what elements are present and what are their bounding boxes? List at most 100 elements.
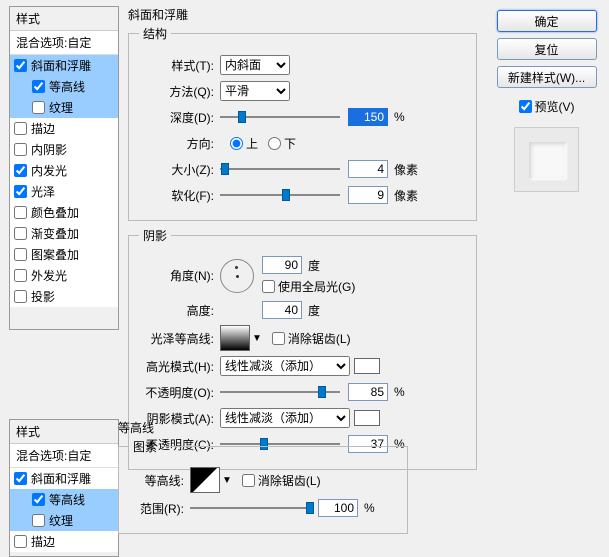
angle-dial[interactable] — [220, 259, 254, 293]
elements-group: 图素 等高线: ▼ 消除锯齿(L) 范围(R): % — [118, 438, 408, 534]
elements-legend: 图素 — [129, 438, 161, 455]
style-item[interactable]: 等高线 — [10, 489, 118, 510]
bevel-settings: 斜面和浮雕 结构 样式(T): 内斜面 方法(Q): 平滑 深度(D): % 方… — [128, 6, 477, 476]
gloss-contour-picker[interactable] — [220, 325, 250, 351]
style-item[interactable]: 颜色叠加 — [10, 202, 118, 223]
style-checkbox[interactable] — [32, 514, 45, 527]
preview-checkbox-input[interactable] — [519, 100, 532, 113]
chevron-down-icon[interactable]: ▼ — [222, 475, 232, 486]
style-checkbox[interactable] — [14, 290, 27, 303]
chevron-down-icon[interactable]: ▼ — [252, 333, 262, 344]
reset-button[interactable]: 复位 — [497, 38, 597, 60]
style-item[interactable]: 等高线 — [10, 76, 118, 97]
style-label: 图案叠加 — [31, 246, 79, 263]
style-item[interactable]: 图案叠加 — [10, 244, 118, 265]
style-checkbox[interactable] — [14, 206, 27, 219]
style-label: 光泽 — [31, 183, 55, 200]
angle-unit: 度 — [308, 257, 320, 274]
style-checkbox[interactable] — [14, 122, 27, 135]
range-slider[interactable] — [190, 499, 310, 517]
soften-input[interactable] — [348, 186, 388, 204]
ok-button[interactable]: 确定 — [497, 10, 597, 32]
style-checkbox[interactable] — [14, 185, 27, 198]
style-label: 纹理 — [49, 99, 73, 116]
style-checkbox[interactable] — [14, 164, 27, 177]
method-label: 方法(Q): — [139, 83, 214, 100]
style-checkbox[interactable] — [14, 472, 27, 485]
style-checkbox[interactable] — [14, 535, 27, 548]
soften-slider[interactable] — [220, 186, 340, 204]
style-select[interactable]: 内斜面 — [220, 55, 290, 75]
antialias-checkbox[interactable]: 消除锯齿(L) — [272, 330, 351, 347]
style-label: 斜面和浮雕 — [31, 470, 91, 487]
altitude-input[interactable] — [262, 301, 302, 319]
style-item[interactable]: 内发光 — [10, 160, 118, 181]
direction-down-label: 下 — [284, 135, 296, 152]
soften-unit: 像素 — [394, 187, 418, 204]
style-label: 等高线 — [49, 491, 85, 508]
highlight-opacity-input[interactable] — [348, 383, 388, 401]
style-label: 内阴影 — [31, 141, 67, 158]
depth-slider[interactable] — [220, 108, 340, 126]
style-checkbox[interactable] — [32, 101, 45, 114]
global-light-checkbox[interactable]: 使用全局光(G) — [262, 278, 355, 295]
global-light-input[interactable] — [262, 280, 275, 293]
style-item[interactable]: 纹理 — [10, 97, 118, 118]
style-label: 等高线 — [49, 78, 85, 95]
style-label: 颜色叠加 — [31, 204, 79, 221]
antialias-input[interactable] — [272, 332, 285, 345]
style-item[interactable]: 投影 — [10, 286, 118, 307]
style-checkbox[interactable] — [14, 227, 27, 240]
style-label: 外发光 — [31, 267, 67, 284]
gloss-contour-label: 光泽等高线: — [139, 330, 214, 347]
style-item[interactable]: 斜面和浮雕 — [10, 468, 118, 489]
style-item[interactable]: 光泽 — [10, 181, 118, 202]
style-item[interactable]: 斜面和浮雕 — [10, 55, 118, 76]
style-item[interactable]: 描边 — [10, 118, 118, 139]
highlight-mode-select[interactable]: 线性减淡（添加） — [220, 356, 350, 376]
contour-antialias-input[interactable] — [242, 474, 255, 487]
style-checkbox[interactable] — [14, 248, 27, 261]
angle-input[interactable] — [262, 256, 302, 274]
contour-settings: 等高线 图素 等高线: ▼ 消除锯齿(L) 范围(R): % — [118, 419, 408, 540]
style-checkbox[interactable] — [32, 80, 45, 93]
range-input[interactable] — [318, 499, 358, 517]
style-checkbox[interactable] — [32, 493, 45, 506]
soften-label: 软化(F): — [139, 187, 214, 204]
style-item[interactable]: 渐变叠加 — [10, 223, 118, 244]
style-label: 渐变叠加 — [31, 225, 79, 242]
structure-group: 结构 样式(T): 内斜面 方法(Q): 平滑 深度(D): % 方向: 上 下… — [128, 25, 477, 221]
styles-panel-2: 样式 混合选项:自定 斜面和浮雕等高线纹理描边 — [9, 419, 119, 557]
highlight-opacity-slider[interactable] — [220, 383, 340, 401]
style-label: 斜面和浮雕 — [31, 57, 91, 74]
style-label: 投影 — [31, 288, 55, 305]
size-input[interactable] — [348, 160, 388, 178]
style-label: 描边 — [31, 533, 55, 550]
contour-antialias-label: 消除锯齿(L) — [258, 472, 321, 489]
style-label: 样式(T): — [139, 57, 214, 74]
contour-antialias-checkbox[interactable]: 消除锯齿(L) — [242, 472, 321, 489]
style-item[interactable]: 内阴影 — [10, 139, 118, 160]
size-label: 大小(Z): — [139, 161, 214, 178]
styles-panel: 样式 混合选项:自定 斜面和浮雕等高线纹理描边内阴影内发光光泽颜色叠加渐变叠加图… — [9, 6, 119, 330]
new-style-button[interactable]: 新建样式(W)... — [497, 66, 597, 88]
style-checkbox[interactable] — [14, 269, 27, 282]
blend-options[interactable]: 混合选项:自定 — [10, 30, 118, 55]
style-item[interactable]: 描边 — [10, 531, 118, 552]
style-checkbox[interactable] — [14, 143, 27, 156]
altitude-unit: 度 — [308, 302, 320, 319]
direction-down-radio[interactable] — [268, 137, 281, 150]
highlight-color-swatch[interactable] — [354, 358, 380, 374]
style-checkbox[interactable] — [14, 59, 27, 72]
direction-up-radio[interactable] — [230, 137, 243, 150]
altitude-label: 高度: — [139, 302, 214, 319]
contour-picker[interactable] — [190, 467, 220, 493]
depth-input[interactable] — [348, 108, 388, 126]
shading-legend: 阴影 — [139, 227, 171, 244]
style-item[interactable]: 纹理 — [10, 510, 118, 531]
blend-options[interactable]: 混合选项:自定 — [10, 443, 118, 468]
preview-checkbox[interactable]: 预览(V) — [519, 98, 575, 115]
method-select[interactable]: 平滑 — [220, 81, 290, 101]
size-slider[interactable] — [220, 160, 340, 178]
style-item[interactable]: 外发光 — [10, 265, 118, 286]
